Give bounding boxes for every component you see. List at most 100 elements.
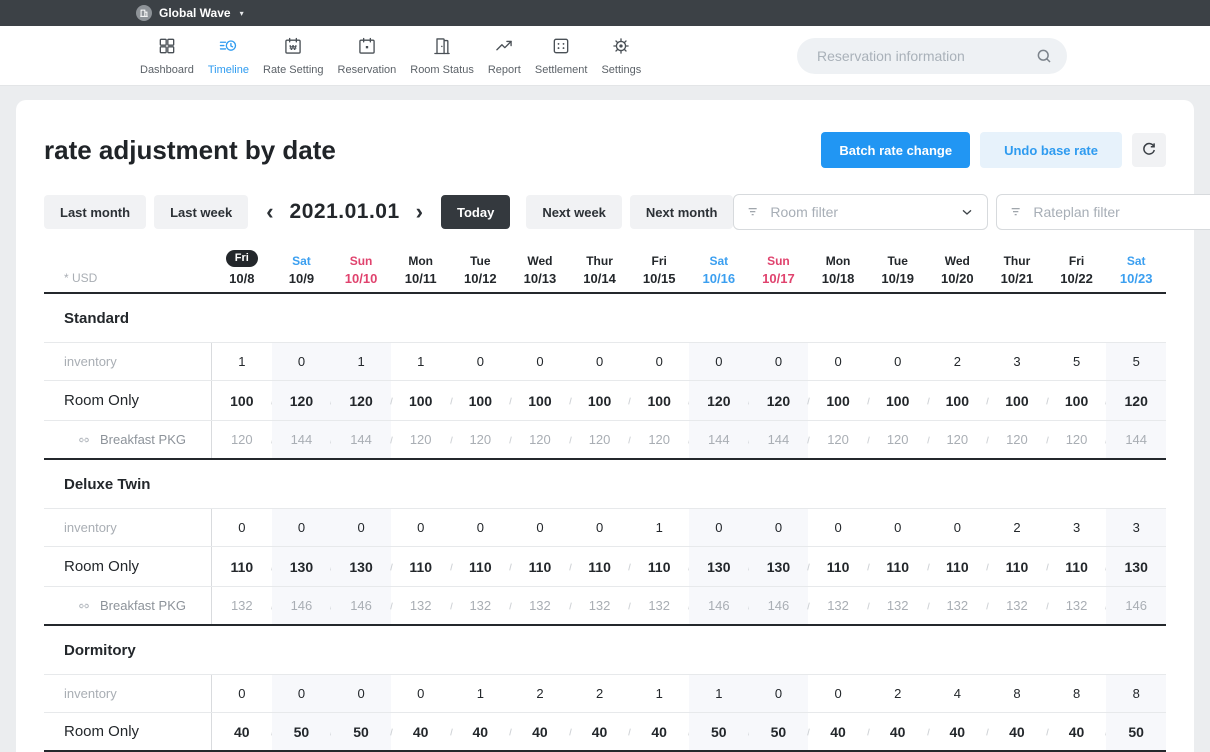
rate-cell[interactable]: 130 xyxy=(331,547,391,586)
rate-cell[interactable]: 144 xyxy=(272,421,332,458)
nav-item-settlement[interactable]: Settlement xyxy=(528,36,595,76)
rate-cell[interactable]: 100 xyxy=(391,381,451,420)
rate-cell[interactable]: 144 xyxy=(749,421,809,458)
rate-cell[interactable]: 132 xyxy=(570,587,630,624)
rate-cell[interactable]: 132 xyxy=(629,587,689,624)
nav-item-dashboard[interactable]: Dashboard xyxy=(133,36,201,76)
rate-cell[interactable]: 100 xyxy=(808,381,868,420)
rate-cell[interactable]: 110 xyxy=(868,547,928,586)
rate-cell[interactable]: 130 xyxy=(749,547,809,586)
rate-cell[interactable]: 132 xyxy=(510,587,570,624)
rate-cell[interactable]: 110 xyxy=(510,547,570,586)
rate-cell[interactable]: 132 xyxy=(212,587,272,624)
rate-cell[interactable]: 132 xyxy=(987,587,1047,624)
rate-cell[interactable]: 110 xyxy=(451,547,511,586)
rate-cell[interactable]: 130 xyxy=(689,547,749,586)
rate-cell[interactable]: 132 xyxy=(391,587,451,624)
rate-cell[interactable]: 100 xyxy=(510,381,570,420)
nav-item-rate-setting[interactable]: ₩Rate Setting xyxy=(256,36,331,76)
rate-cell[interactable]: 144 xyxy=(1106,421,1166,458)
rate-cell[interactable]: 100 xyxy=(987,381,1047,420)
rate-cell[interactable]: 120 xyxy=(570,421,630,458)
rate-cell[interactable]: 144 xyxy=(689,421,749,458)
rate-cell[interactable]: 120 xyxy=(212,421,272,458)
rate-cell[interactable]: 110 xyxy=(987,547,1047,586)
rate-cell[interactable]: 110 xyxy=(629,547,689,586)
rate-cell[interactable]: 120 xyxy=(749,381,809,420)
rate-cell[interactable]: 40 xyxy=(868,713,928,750)
rate-cell[interactable]: 40 xyxy=(928,713,988,750)
today-button[interactable]: Today xyxy=(441,195,510,229)
rate-cell[interactable]: 120 xyxy=(808,421,868,458)
nav-item-report[interactable]: Report xyxy=(481,36,528,76)
prev-date-chevron-icon[interactable]: ‹ xyxy=(260,201,279,223)
rate-cell[interactable]: 146 xyxy=(1106,587,1166,624)
rate-cell[interactable]: 130 xyxy=(1106,547,1166,586)
rate-cell[interactable]: 146 xyxy=(689,587,749,624)
rate-cell[interactable]: 120 xyxy=(1106,381,1166,420)
rate-cell[interactable]: 120 xyxy=(272,381,332,420)
rate-cell[interactable]: 132 xyxy=(451,587,511,624)
rate-cell[interactable]: 40 xyxy=(1047,713,1107,750)
rate-cell[interactable]: 40 xyxy=(391,713,451,750)
rate-cell[interactable]: 120 xyxy=(451,421,511,458)
batch-rate-change-button[interactable]: Batch rate change xyxy=(821,132,970,168)
rate-cell[interactable]: 120 xyxy=(689,381,749,420)
rate-cell[interactable]: 132 xyxy=(808,587,868,624)
brand-dropdown-caret-icon[interactable]: ▾ xyxy=(240,9,244,18)
rate-cell[interactable]: 120 xyxy=(331,381,391,420)
rate-cell[interactable]: 120 xyxy=(391,421,451,458)
rate-cell[interactable]: 120 xyxy=(987,421,1047,458)
brand-name[interactable]: Global Wave xyxy=(159,6,231,20)
rate-cell[interactable]: 110 xyxy=(212,547,272,586)
rate-cell[interactable]: 50 xyxy=(1106,713,1166,750)
rate-cell[interactable]: 40 xyxy=(510,713,570,750)
nav-item-timeline[interactable]: Timeline xyxy=(201,36,256,76)
nav-item-reservation[interactable]: Reservation xyxy=(331,36,404,76)
last-month-button[interactable]: Last month xyxy=(44,195,146,229)
rate-cell[interactable]: 110 xyxy=(808,547,868,586)
next-week-button[interactable]: Next week xyxy=(526,195,622,229)
rate-cell[interactable]: 100 xyxy=(868,381,928,420)
rate-cell[interactable]: 40 xyxy=(212,713,272,750)
rate-cell[interactable]: 50 xyxy=(749,713,809,750)
rate-cell[interactable]: 110 xyxy=(391,547,451,586)
rate-cell[interactable]: 40 xyxy=(808,713,868,750)
rate-cell[interactable]: 132 xyxy=(928,587,988,624)
rate-cell[interactable]: 110 xyxy=(1047,547,1107,586)
rate-cell[interactable]: 146 xyxy=(331,587,391,624)
rate-cell[interactable]: 100 xyxy=(451,381,511,420)
nav-item-settings[interactable]: Settings xyxy=(594,36,648,76)
rate-cell[interactable]: 50 xyxy=(331,713,391,750)
rate-cell[interactable]: 120 xyxy=(928,421,988,458)
nav-item-room-status[interactable]: Room Status xyxy=(403,36,481,76)
rate-cell[interactable]: 120 xyxy=(1047,421,1107,458)
rate-cell[interactable]: 146 xyxy=(272,587,332,624)
rate-cell[interactable]: 120 xyxy=(510,421,570,458)
rate-cell[interactable]: 50 xyxy=(272,713,332,750)
rate-cell[interactable]: 130 xyxy=(272,547,332,586)
rate-cell[interactable]: 40 xyxy=(629,713,689,750)
reservation-search[interactable] xyxy=(797,38,1067,74)
rate-cell[interactable]: 40 xyxy=(570,713,630,750)
rate-cell[interactable]: 100 xyxy=(570,381,630,420)
rate-cell[interactable]: 100 xyxy=(928,381,988,420)
rate-cell[interactable]: 120 xyxy=(629,421,689,458)
room-filter-select[interactable]: Room filter xyxy=(733,194,988,230)
rate-cell[interactable]: 100 xyxy=(1047,381,1107,420)
rate-cell[interactable]: 110 xyxy=(570,547,630,586)
rate-cell[interactable]: 50 xyxy=(689,713,749,750)
rate-cell[interactable]: 132 xyxy=(1047,587,1107,624)
rate-cell[interactable]: 146 xyxy=(749,587,809,624)
undo-base-rate-button[interactable]: Undo base rate xyxy=(980,132,1122,168)
search-input[interactable] xyxy=(815,47,1035,65)
rate-cell[interactable]: 132 xyxy=(868,587,928,624)
rateplan-filter-select[interactable]: Rateplan filter xyxy=(996,194,1210,230)
rate-cell[interactable]: 100 xyxy=(629,381,689,420)
next-date-chevron-icon[interactable]: › xyxy=(410,201,429,223)
refresh-button[interactable] xyxy=(1132,133,1166,167)
next-month-button[interactable]: Next month xyxy=(630,195,734,229)
rate-cell[interactable]: 120 xyxy=(868,421,928,458)
last-week-button[interactable]: Last week xyxy=(154,195,248,229)
rate-cell[interactable]: 40 xyxy=(451,713,511,750)
